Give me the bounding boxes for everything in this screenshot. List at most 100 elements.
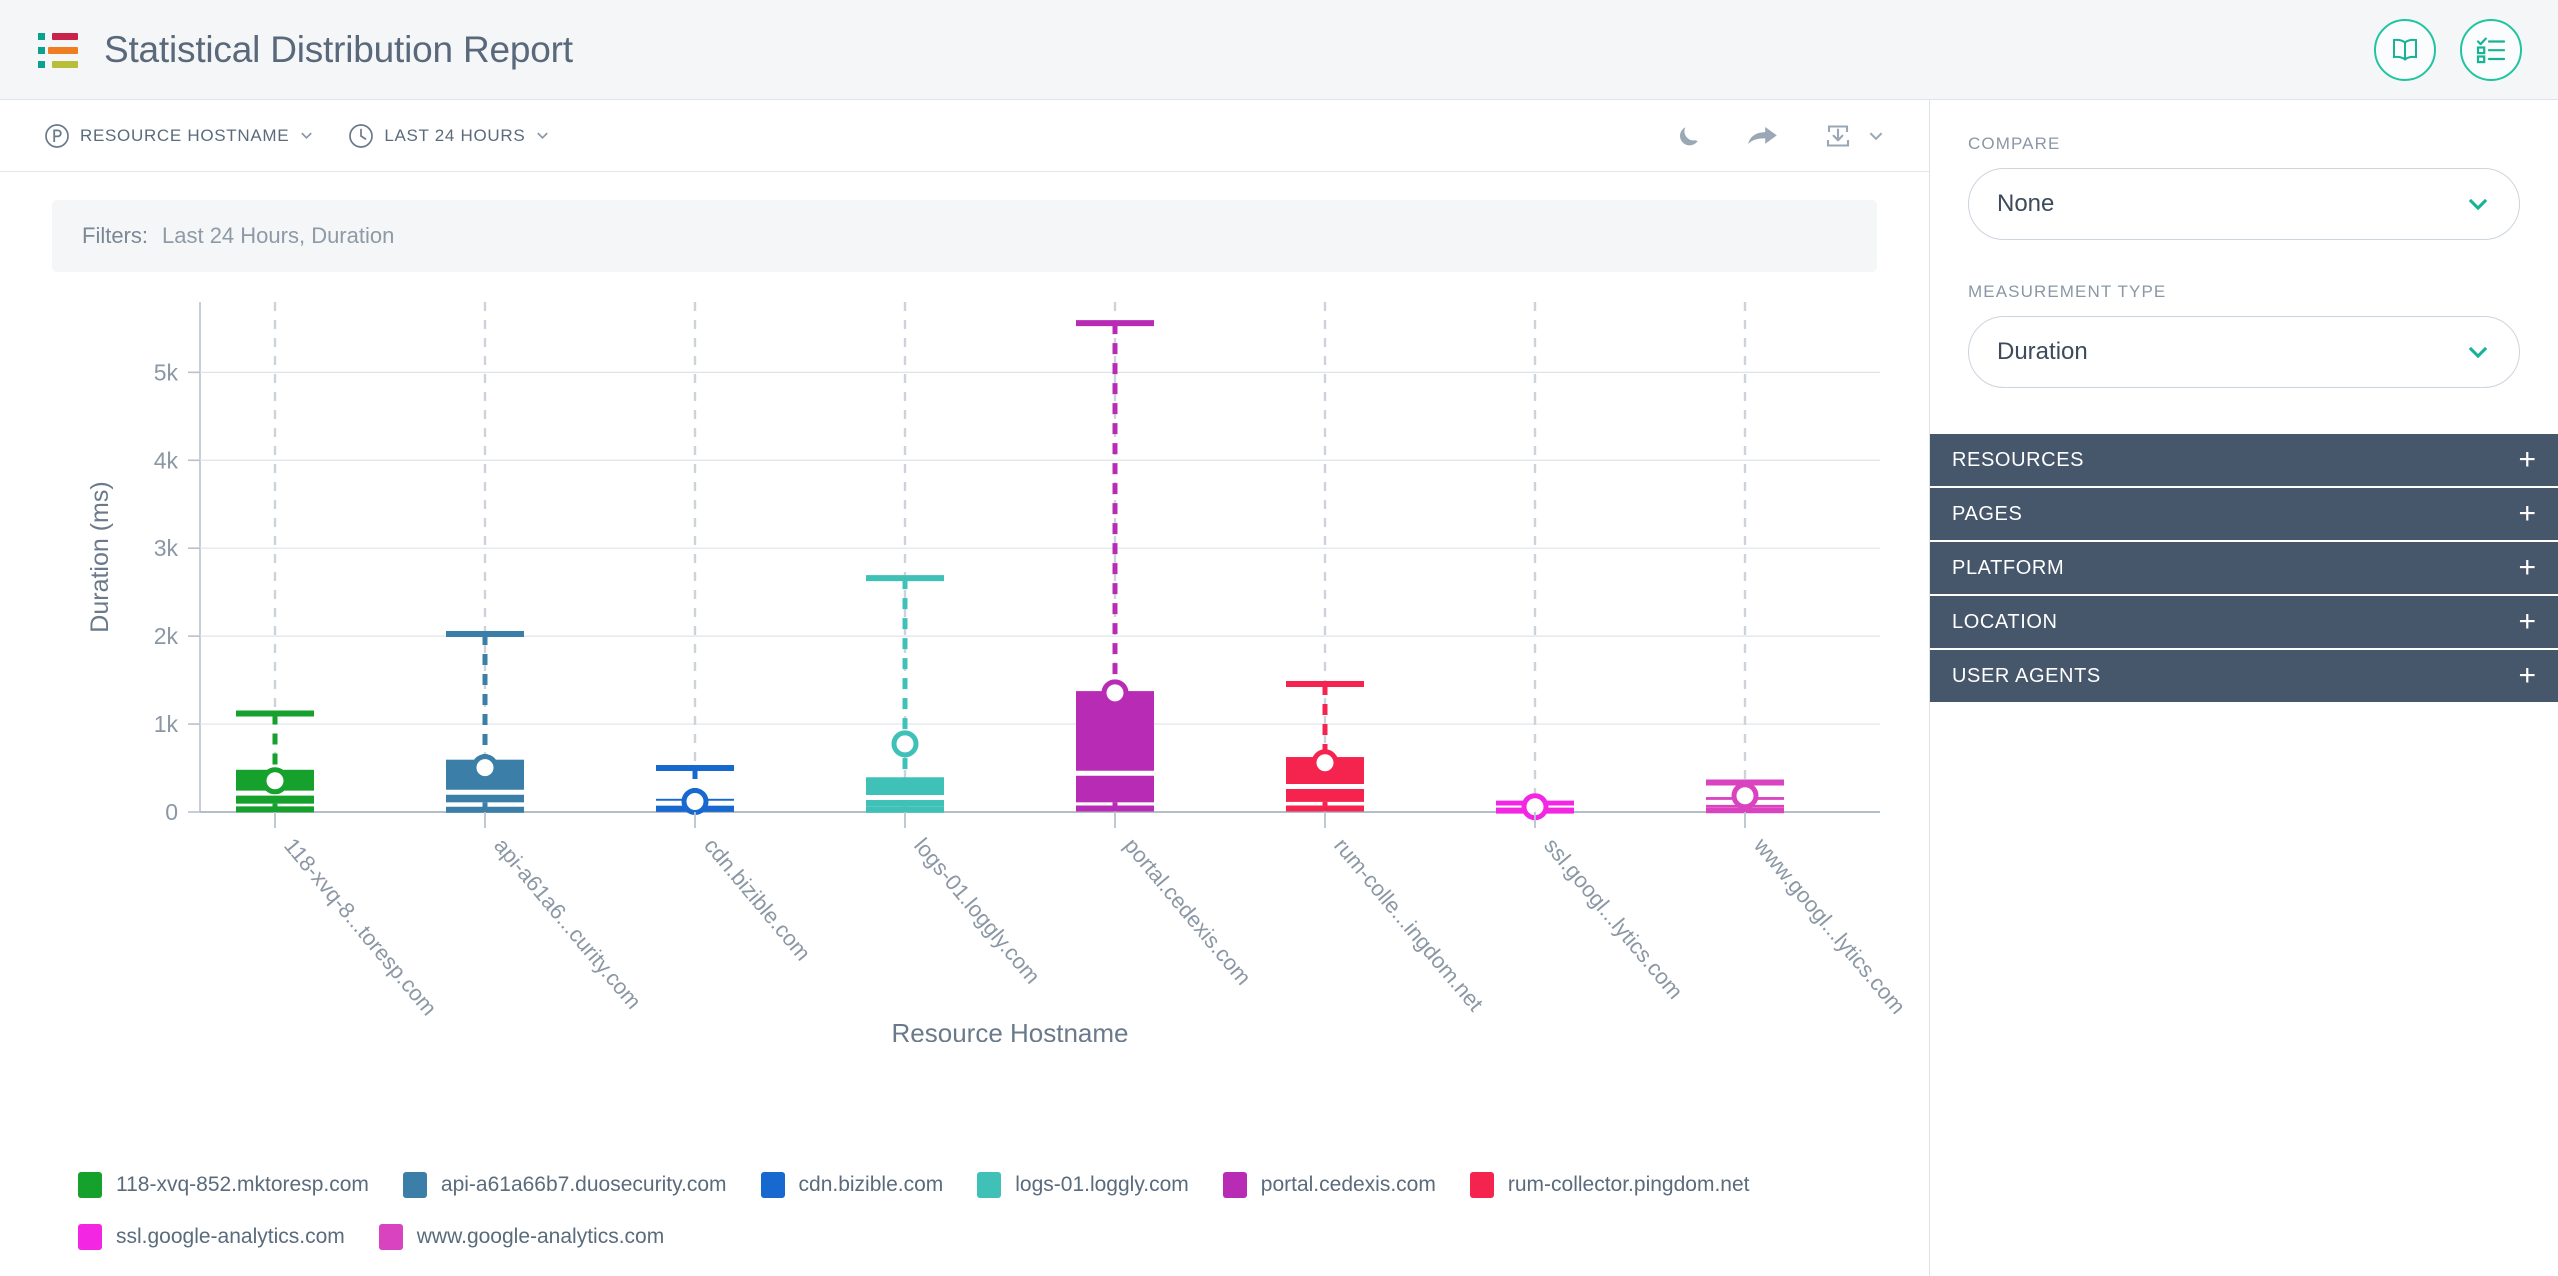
chevron-down-icon bbox=[2468, 198, 2488, 211]
legend-label: rum-collector.pingdom.net bbox=[1507, 1173, 1750, 1196]
legend-item[interactable]: portal.cedexis.com bbox=[1222, 1172, 1436, 1198]
filters-banner: Filters: Last 24 Hours, Duration bbox=[52, 200, 1877, 272]
share-arrow-icon bbox=[1748, 126, 1777, 144]
x-tick-label[interactable]: ssl.googl...lytics.com bbox=[1539, 833, 1688, 1004]
top-header-bar: Statistical Distribution Report bbox=[0, 0, 2558, 100]
legend-swatch bbox=[977, 1172, 1002, 1198]
legend-swatch bbox=[1469, 1172, 1494, 1198]
accordion-section-pages[interactable]: PAGES + bbox=[1930, 488, 2558, 542]
accordion-title: PAGES bbox=[1952, 502, 2023, 525]
plus-icon[interactable]: + bbox=[2518, 607, 2536, 637]
mean-marker[interactable] bbox=[891, 730, 919, 758]
header-actions bbox=[2374, 18, 2522, 81]
legend-item[interactable]: api-a61a66b7.duosecurity.com bbox=[402, 1172, 727, 1198]
legend-swatch bbox=[1222, 1172, 1247, 1198]
accordion-section-user-agents[interactable]: USER AGENTS + bbox=[1930, 650, 2558, 704]
chevron-down-icon bbox=[537, 132, 549, 140]
accordion-title: RESOURCES bbox=[1952, 448, 2085, 471]
y-tick-label: 2k bbox=[154, 623, 179, 649]
x-tick-label[interactable]: 118-xvq-8...toresp.com bbox=[279, 833, 442, 1020]
boxplot-chart: 0 1k 2k 3k 4k 5k Duration (ms) 118-xvq-8...tore… bbox=[0, 272, 1929, 1162]
box-iqr[interactable] bbox=[1076, 691, 1154, 803]
chevron-down-icon bbox=[301, 132, 313, 140]
legend-item[interactable]: rum-collector.pingdom.net bbox=[1469, 1172, 1750, 1198]
x-tick-label[interactable]: www.googl...lytics.com bbox=[1749, 832, 1911, 1018]
checklist-icon-button[interactable] bbox=[2460, 18, 2522, 81]
x-axis-title: Resource Hostname bbox=[892, 1018, 1129, 1042]
x-tick-label[interactable]: cdn.bizible.com bbox=[699, 833, 816, 965]
plus-icon[interactable]: + bbox=[2518, 499, 2536, 529]
legend-item[interactable]: www.google-analytics.com bbox=[378, 1224, 665, 1250]
book-icon-button[interactable] bbox=[2374, 18, 2436, 81]
dimension-selector[interactable]: RESOURCE HOSTNAME bbox=[44, 123, 314, 149]
accordion-section-resources[interactable]: RESOURCES + bbox=[1930, 434, 2558, 488]
chart-legend: 118-xvq-852.mktoresp.com api-a61a66b7.duo… bbox=[0, 1162, 1830, 1276]
time-range-selector[interactable]: LAST 24 HOURS bbox=[348, 123, 550, 149]
accordion-title: PLATFORM bbox=[1952, 556, 2065, 579]
accordion-title: LOCATION bbox=[1952, 610, 2058, 633]
legend-label: portal.cedexis.com bbox=[1260, 1173, 1436, 1196]
legend-label: cdn.bizible.com bbox=[798, 1173, 944, 1196]
boxplot-svg: 0 1k 2k 3k 4k 5k Duration (ms) 118-xvq-8...tore… bbox=[86, 302, 1911, 1042]
filters-value: Last 24 Hours, Duration bbox=[162, 223, 395, 248]
accordion-title: USER AGENTS bbox=[1952, 664, 2101, 687]
plus-icon[interactable]: + bbox=[2518, 553, 2536, 583]
measurement-type-label: MEASUREMENT TYPE bbox=[1968, 282, 2167, 301]
page-title: Statistical Distribution Report bbox=[104, 28, 573, 70]
accordion-section-platform[interactable]: PLATFORM + bbox=[1930, 542, 2558, 596]
y-tick-label: 1k bbox=[154, 711, 179, 737]
legend-label: ssl.google-analytics.com bbox=[116, 1225, 345, 1248]
mean-marker[interactable] bbox=[1311, 749, 1339, 777]
legend-swatch bbox=[760, 1172, 785, 1198]
legend-swatch bbox=[78, 1224, 102, 1250]
chevron-down-icon bbox=[1869, 131, 1883, 140]
mean-marker[interactable] bbox=[1101, 679, 1129, 707]
y-axis-title: Duration (ms) bbox=[86, 481, 114, 632]
box-iqr[interactable] bbox=[866, 777, 944, 807]
plus-icon[interactable]: + bbox=[2518, 661, 2536, 691]
soasta-mpulse-logo-icon bbox=[36, 29, 82, 71]
accordion-section-location[interactable]: LOCATION + bbox=[1930, 596, 2558, 650]
legend-item[interactable]: ssl.google-analytics.com bbox=[78, 1224, 345, 1250]
download-button[interactable] bbox=[1823, 121, 1885, 151]
measurement-type-select[interactable]: Duration bbox=[1968, 316, 2520, 388]
filters-label: Filters: bbox=[82, 223, 148, 248]
mean-marker[interactable] bbox=[261, 767, 289, 795]
legend-item[interactable]: 118-xvq-852.mktoresp.com bbox=[78, 1172, 369, 1198]
time-range-label: LAST 24 HOURS bbox=[384, 125, 526, 145]
chart-toolbar: RESOURCE HOSTNAME LAST 24 HOURS bbox=[0, 100, 1929, 172]
legend-swatch bbox=[402, 1172, 427, 1198]
p-circle-icon bbox=[45, 123, 69, 148]
dimension-selector-label: RESOURCE HOSTNAME bbox=[80, 125, 290, 145]
legend-item[interactable]: logs-01.loggly.com bbox=[977, 1172, 1189, 1198]
mean-marker[interactable] bbox=[1731, 782, 1759, 810]
chevron-down-icon bbox=[2468, 346, 2488, 359]
measurement-type-value: Duration bbox=[1997, 338, 2088, 365]
legend-label: 118-xvq-852.mktoresp.com bbox=[116, 1173, 369, 1196]
x-tick-label[interactable]: rum-colle...ingdom.net bbox=[1329, 833, 1488, 1016]
checklist-icon bbox=[2476, 37, 2506, 63]
share-button[interactable] bbox=[1747, 123, 1779, 149]
dark-mode-button[interactable] bbox=[1675, 122, 1703, 150]
plus-icon[interactable]: + bbox=[2518, 445, 2536, 475]
moon-icon bbox=[1680, 126, 1698, 145]
mean-marker[interactable] bbox=[471, 754, 499, 782]
mean-marker[interactable] bbox=[681, 787, 709, 815]
filter-accordion: RESOURCES + PAGES + PLATFORM + LOCATION + USER A… bbox=[1930, 434, 2558, 704]
compare-label: COMPARE bbox=[1968, 134, 2061, 153]
toolbar-actions bbox=[1675, 121, 1885, 151]
y-tick-label: 3k bbox=[154, 535, 179, 561]
legend-swatch bbox=[378, 1224, 403, 1250]
legend-label: www.google-analytics.com bbox=[416, 1225, 665, 1248]
legend-item[interactable]: cdn.bizible.com bbox=[760, 1172, 944, 1198]
filters-banner-wrap: Filters: Last 24 Hours, Duration bbox=[0, 172, 1929, 272]
right-sidebar: COMPARE None MEASUREMENT TYPE Duration R… bbox=[1930, 100, 2558, 1276]
app-root: Statistical Distribution Report RESOURCE… bbox=[0, 0, 2558, 1276]
x-tick-label[interactable]: portal.cedexis.com bbox=[1119, 833, 1256, 990]
x-tick-label[interactable]: logs-01.loggly.com bbox=[909, 833, 1045, 988]
compare-value: None bbox=[1997, 190, 2055, 217]
clock-icon bbox=[349, 123, 374, 148]
compare-select[interactable]: None bbox=[1968, 168, 2520, 240]
x-tick-label[interactable]: api-a61a6...curity.com bbox=[489, 833, 646, 1014]
download-icon bbox=[1826, 124, 1850, 147]
